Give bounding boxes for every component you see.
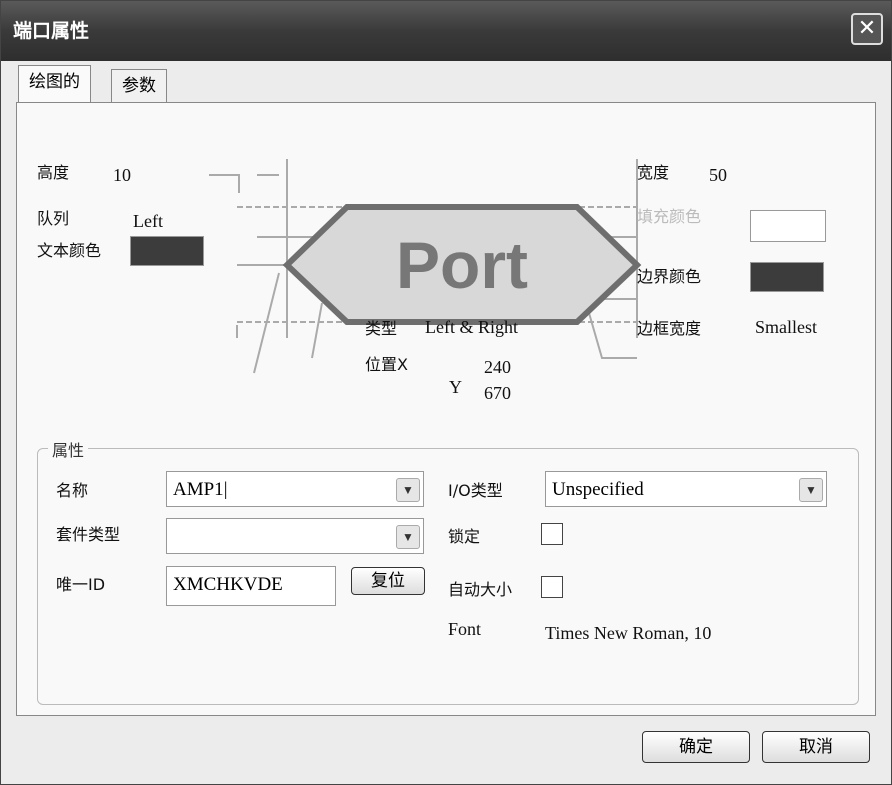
io-type-label: I/O类型	[448, 481, 503, 500]
width-value[interactable]: 50	[709, 165, 727, 186]
io-type-select[interactable]: Unspecified ▼	[545, 471, 827, 507]
unique-id-label: 唯一ID	[56, 575, 106, 594]
chevron-down-icon[interactable]: ▼	[799, 478, 823, 502]
align-value[interactable]: Left	[133, 211, 163, 232]
ok-button[interactable]: 确定	[642, 731, 750, 763]
lock-label: 锁定	[448, 527, 481, 546]
width-label: 宽度	[637, 163, 670, 182]
tab-panel: Port 高度 10 队列 Left 文本颜色 宽度 50 填充颜色 边界颜色 …	[16, 102, 876, 716]
io-type-value: Unspecified	[552, 479, 644, 500]
align-label: 队列	[37, 209, 70, 228]
position-x-label: 位置X	[365, 355, 408, 374]
reset-button[interactable]: 复位	[351, 567, 425, 595]
part-type-select[interactable]: ▼	[166, 518, 424, 554]
autosize-checkbox[interactable]	[541, 576, 563, 598]
text-color-label: 文本颜色	[37, 241, 102, 260]
chevron-down-icon[interactable]: ▼	[396, 525, 420, 549]
text-color-swatch[interactable]	[130, 236, 204, 266]
autosize-label: 自动大小	[448, 580, 513, 599]
height-label: 高度	[37, 163, 70, 182]
height-value[interactable]: 10	[113, 165, 131, 186]
font-value[interactable]: Times New Roman, 10	[545, 623, 711, 644]
dialog-title: 端口属性	[13, 20, 90, 42]
type-value[interactable]: Left & Right	[425, 317, 518, 338]
fill-color-swatch[interactable]	[750, 210, 826, 242]
position-y-value[interactable]: 670	[484, 383, 511, 404]
lock-checkbox[interactable]	[541, 523, 563, 545]
unique-id-field[interactable]: XMCHKVDE	[166, 566, 336, 606]
border-color-label: 边界颜色	[637, 267, 702, 286]
border-width-label: 边框宽度	[637, 319, 702, 338]
preview-text: Port	[396, 228, 528, 302]
tab-drawing[interactable]: 绘图的	[18, 65, 91, 102]
chevron-down-icon[interactable]: ▼	[396, 478, 420, 502]
position-x-value[interactable]: 240	[484, 357, 511, 378]
close-icon[interactable]: ✕	[851, 13, 883, 45]
name-label: 名称	[56, 481, 89, 500]
properties-group-label: 属性	[48, 437, 89, 461]
border-color-swatch[interactable]	[750, 262, 824, 292]
name-combobox[interactable]: AMP1| ▼	[166, 471, 424, 507]
port-properties-dialog: 端口属性 ✕ 绘图的 参数 Port 高度 10 队列 Left 文本颜色 宽度…	[0, 0, 892, 785]
border-width-value[interactable]: Smallest	[755, 317, 817, 338]
type-label: 类型	[365, 319, 398, 338]
properties-group: 属性 名称 AMP1| ▼ I/O类型 Unspecified ▼ 套件类型 ▼ 锁…	[37, 437, 859, 705]
cancel-button[interactable]: 取消	[762, 731, 870, 763]
font-label: Font	[448, 619, 482, 639]
fill-color-label: 填充颜色	[637, 207, 702, 226]
name-value: AMP1	[173, 479, 224, 500]
title-bar: 端口属性 ✕	[1, 1, 891, 61]
position-y-label: Y	[449, 377, 462, 397]
tab-parameters[interactable]: 参数	[111, 69, 167, 103]
part-type-label: 套件类型	[56, 525, 121, 544]
